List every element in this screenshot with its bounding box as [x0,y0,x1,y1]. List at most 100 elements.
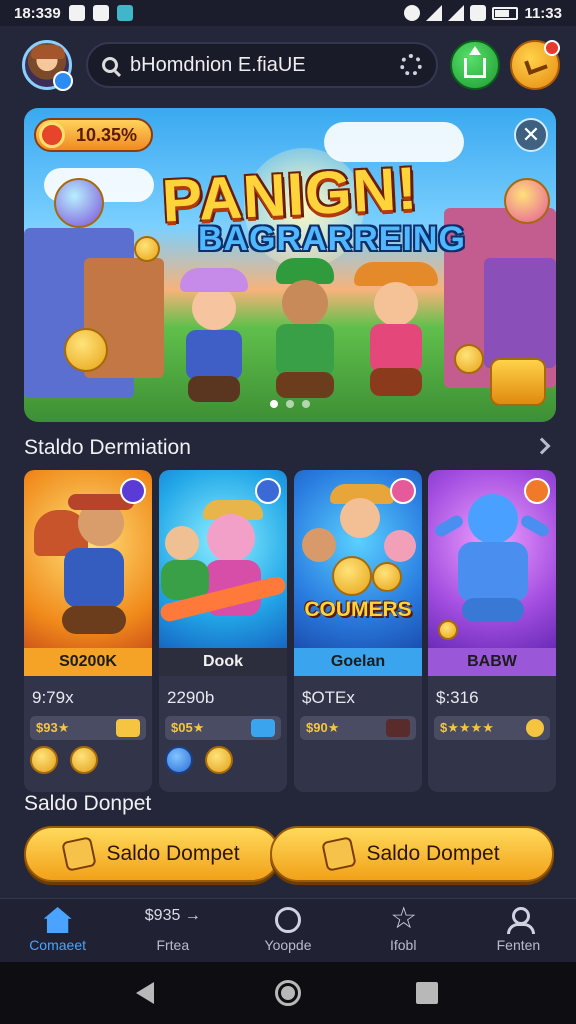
back-icon[interactable] [136,982,154,1004]
discount-coin-icon [39,122,65,148]
coin-icon [70,746,98,774]
game-badge-icon [524,478,550,504]
user-icon [504,907,536,934]
settings-gear-icon[interactable] [400,54,422,76]
carousel-dot[interactable] [302,400,310,408]
nav-label: Frtea [156,937,190,953]
card-ribbon: S0200K [24,648,152,676]
status-bar: 18:339 11:33 [0,0,576,26]
card-art-text: COUMERS [304,598,412,621]
carousel-indicator[interactable] [24,400,556,408]
game-card[interactable]: Dook 2290b $05★ [159,470,287,792]
top-header [0,26,576,106]
star-icon [389,901,417,936]
nav-home[interactable]: Comaeet [0,899,115,962]
discount-badge: 10.35% [34,118,154,152]
nav-label: Yoopde [264,937,312,953]
card-ribbon: BABW [428,648,556,676]
search-input[interactable] [130,53,400,77]
game-card-list: S0200K 9:79x $93★ Dook 2290b $05★ COUMER… [24,470,556,792]
notification-dot-icon [544,40,560,56]
app-notification-icon [116,5,133,21]
card-price: 2290b [167,688,215,707]
wallet-button-right[interactable]: Saldo Dompet [270,826,554,882]
home-button-icon[interactable] [275,980,301,1006]
card-price: $:316 [436,688,479,707]
carousel-dot[interactable] [286,400,294,408]
game-badge-icon [390,478,416,504]
chevron-right-icon[interactable] [533,437,551,455]
store-button[interactable] [450,40,500,90]
floating-orb-icon [54,178,104,228]
game-badge-icon [120,478,146,504]
game-badge-icon [255,478,281,504]
game-card[interactable]: S0200K 9:79x $93★ [24,470,152,792]
nav-label: Ifobl [389,937,417,953]
search-icon [102,57,118,73]
carousel-dot[interactable] [270,400,278,408]
hero-character-3 [350,258,442,408]
coin-icon [64,328,108,372]
house-right-2 [484,258,556,368]
card-rating: $05★ [171,720,205,735]
coin-icon [134,236,160,262]
wallet-button-left[interactable]: Saldo Dompet [24,826,280,882]
nav-star[interactable]: Ifobl [346,899,461,962]
sync-notification-icon [92,5,109,21]
game-card[interactable]: COUMERS Goelan $OTEx $90★ [294,470,422,792]
card-ribbon: Goelan [294,648,422,676]
nav-label: Comaeet [29,937,86,953]
card-coins [165,746,233,774]
coin-icon [205,746,233,774]
photo-notification-icon [68,5,85,21]
card-rating: $★★★★ [440,720,494,735]
circle-icon [275,907,301,933]
treasure-block-icon [490,358,546,406]
battery-icon [492,6,519,20]
section-title: Staldo Dermiation [24,436,191,459]
floating-orb-icon [504,178,550,224]
wifi-icon [426,5,443,21]
game-card[interactable]: BABW $:316 $★★★★ [428,470,556,792]
rewards-icon [524,55,548,75]
tag-icon[interactable] [386,719,410,737]
nav-label: Fenten [496,937,541,953]
hero-character-1 [174,268,254,408]
close-icon: ✕ [521,122,541,147]
search-bar[interactable] [86,42,438,88]
wallet-icon [321,836,358,872]
wallet-icon [61,836,98,872]
card-price: 9:79x [32,688,74,707]
wallet-button-label: Saldo Dompet [366,842,500,865]
rewards-button[interactable] [510,40,560,90]
card-coins [30,746,98,774]
signal-icon [448,5,465,21]
nav-cash[interactable]: $935 → Frtea [115,899,230,962]
promo-banner[interactable]: 10.35% ✕ PANIGN! BAGRARREING [24,108,556,422]
card-rating-bar: $05★ [165,716,281,740]
card-rating: $90★ [306,720,340,735]
close-banner-button[interactable]: ✕ [514,118,548,152]
hero-character-2 [260,258,350,408]
wallet-button-label: Saldo Dompet [106,842,240,865]
cash-icon: $935 → [144,907,201,924]
card-rating-bar: $90★ [300,716,416,740]
level-badge-icon [53,71,73,91]
status-time: 18:339 [14,4,61,22]
card-rating-bar: $93★ [30,716,146,740]
nav-circle[interactable]: Yoopde [230,899,345,962]
nav-profile[interactable]: Fenten [461,899,576,962]
avatar[interactable] [22,40,73,91]
card-ribbon: Dook [159,648,287,676]
banner-subtitle: BAGRARREING [198,220,466,258]
recent-apps-icon[interactable] [416,982,438,1004]
home-icon [43,907,72,933]
coin-tag-icon[interactable] [526,719,544,737]
gem-icon [165,746,193,774]
card-price: $OTEx [302,688,355,707]
discount-value: 10.35% [76,124,138,145]
link-tag-icon[interactable] [251,719,275,737]
no-sim-icon [470,5,487,21]
card-rating: $93★ [36,720,70,735]
filter-tag-icon[interactable] [116,719,140,737]
